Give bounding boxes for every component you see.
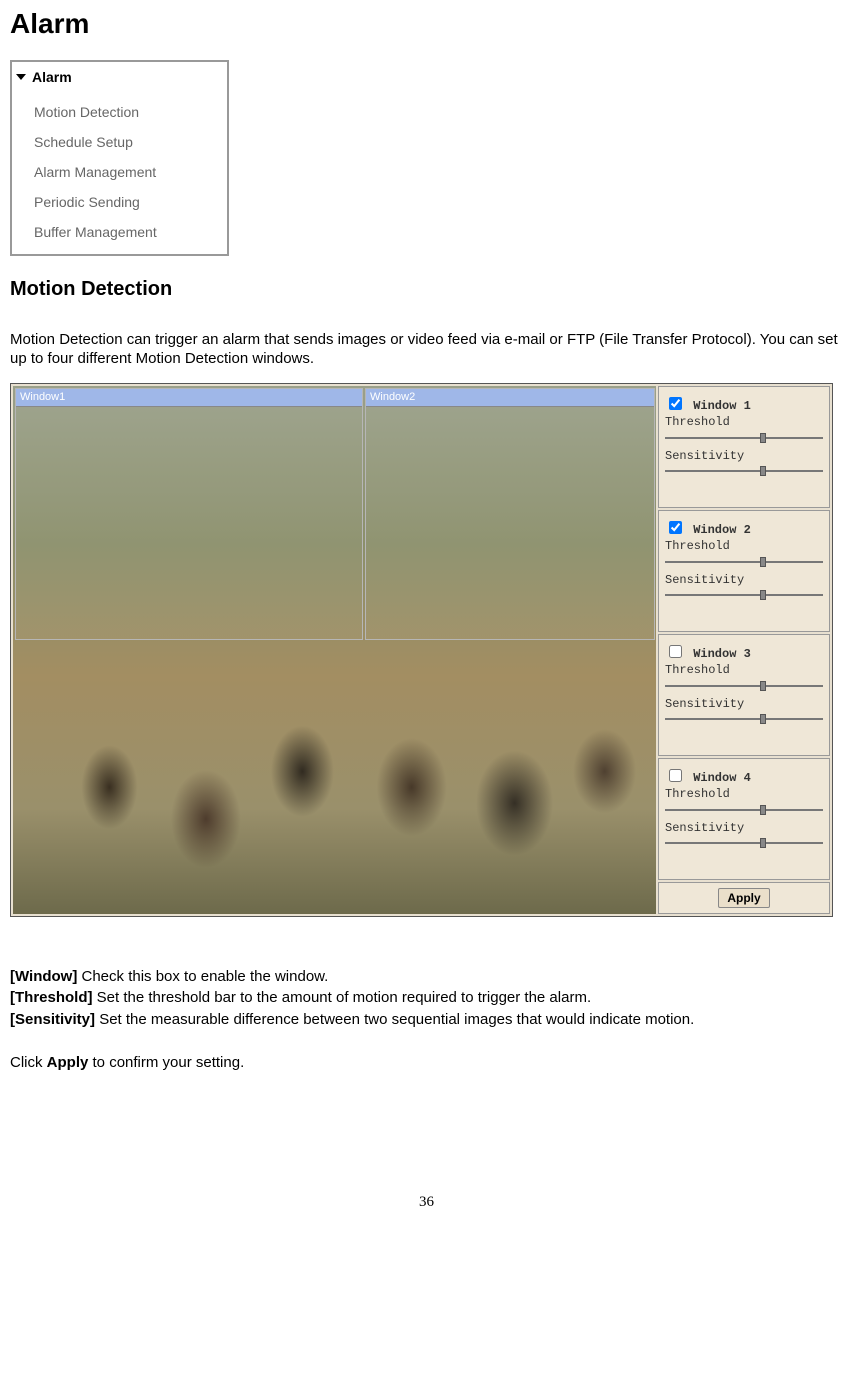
menu-item-buffer-management[interactable]: Buffer Management xyxy=(34,217,227,247)
window-1-label: Window 1 xyxy=(693,399,751,413)
alarm-menu-header-label: Alarm xyxy=(32,68,72,86)
window-3-threshold-slider[interactable] xyxy=(665,681,823,691)
window-3-checkbox[interactable] xyxy=(669,645,682,658)
def-sensitivity: [Sensitivity] Set the measurable differe… xyxy=(10,1010,843,1030)
window-3-threshold-label: Threshold xyxy=(665,663,823,679)
window-1-checkbox[interactable] xyxy=(669,397,682,410)
window-2-threshold-slider[interactable] xyxy=(665,557,823,567)
window-2-label: Window 2 xyxy=(693,523,751,537)
alarm-menu-header[interactable]: Alarm xyxy=(12,62,227,92)
motion-detection-figure: Window1 Window2 Window 1 Threshold Sensi… xyxy=(10,383,833,917)
section-title: Motion Detection xyxy=(10,276,843,302)
apply-button[interactable]: Apply xyxy=(718,888,769,908)
window-3-controls: Window 3 Threshold Sensitivity xyxy=(658,634,830,756)
crowd-image xyxy=(13,597,656,914)
apply-row: Apply xyxy=(658,882,830,914)
window-4-controls: Window 4 Threshold Sensitivity xyxy=(658,758,830,880)
menu-item-schedule-setup[interactable]: Schedule Setup xyxy=(34,127,227,157)
window-3-label: Window 3 xyxy=(693,647,751,661)
window-4-label: Window 4 xyxy=(693,771,751,785)
window-4-threshold-slider[interactable] xyxy=(665,805,823,815)
motion-window-2-title: Window2 xyxy=(366,389,654,407)
page-title: Alarm xyxy=(10,6,843,42)
chevron-down-icon xyxy=(16,74,26,80)
def-window: [Window] Check this box to enable the wi… xyxy=(10,967,843,987)
confirm-text: Click Apply to confirm your setting. xyxy=(10,1053,843,1073)
definitions: [Window] Check this box to enable the wi… xyxy=(10,967,843,1030)
window-3-sensitivity-label: Sensitivity xyxy=(665,697,823,713)
side-panel: Window 1 Threshold Sensitivity Window 2 … xyxy=(658,386,830,914)
motion-window-1-title: Window1 xyxy=(16,389,362,407)
window-2-threshold-label: Threshold xyxy=(665,539,823,555)
page-number: 36 xyxy=(10,1193,843,1213)
window-3-sensitivity-slider[interactable] xyxy=(665,714,823,724)
motion-window-2[interactable]: Window2 xyxy=(365,388,655,640)
menu-item-alarm-management[interactable]: Alarm Management xyxy=(34,157,227,187)
window-1-sensitivity-label: Sensitivity xyxy=(665,449,823,465)
window-1-sensitivity-slider[interactable] xyxy=(665,466,823,476)
window-2-checkbox-row[interactable]: Window 2 xyxy=(665,523,751,537)
window-1-checkbox-row[interactable]: Window 1 xyxy=(665,399,751,413)
window-4-sensitivity-label: Sensitivity xyxy=(665,821,823,837)
window-2-checkbox[interactable] xyxy=(669,521,682,534)
alarm-menu: Alarm Motion Detection Schedule Setup Al… xyxy=(10,60,229,255)
window-2-controls: Window 2 Threshold Sensitivity xyxy=(658,510,830,632)
video-area: Window1 Window2 xyxy=(13,386,656,914)
window-4-checkbox[interactable] xyxy=(669,769,682,782)
window-4-sensitivity-slider[interactable] xyxy=(665,838,823,848)
window-4-threshold-label: Threshold xyxy=(665,787,823,803)
window-4-checkbox-row[interactable]: Window 4 xyxy=(665,771,751,785)
menu-item-motion-detection[interactable]: Motion Detection xyxy=(34,97,227,127)
window-2-sensitivity-label: Sensitivity xyxy=(665,573,823,589)
window-3-checkbox-row[interactable]: Window 3 xyxy=(665,647,751,661)
window-2-sensitivity-slider[interactable] xyxy=(665,590,823,600)
window-1-threshold-slider[interactable] xyxy=(665,433,823,443)
menu-item-periodic-sending[interactable]: Periodic Sending xyxy=(34,187,227,217)
intro-text: Motion Detection can trigger an alarm th… xyxy=(10,330,843,369)
window-1-threshold-label: Threshold xyxy=(665,415,823,431)
motion-window-1[interactable]: Window1 xyxy=(15,388,363,640)
def-threshold: [Threshold] Set the threshold bar to the… xyxy=(10,988,843,1008)
window-1-controls: Window 1 Threshold Sensitivity xyxy=(658,386,830,508)
